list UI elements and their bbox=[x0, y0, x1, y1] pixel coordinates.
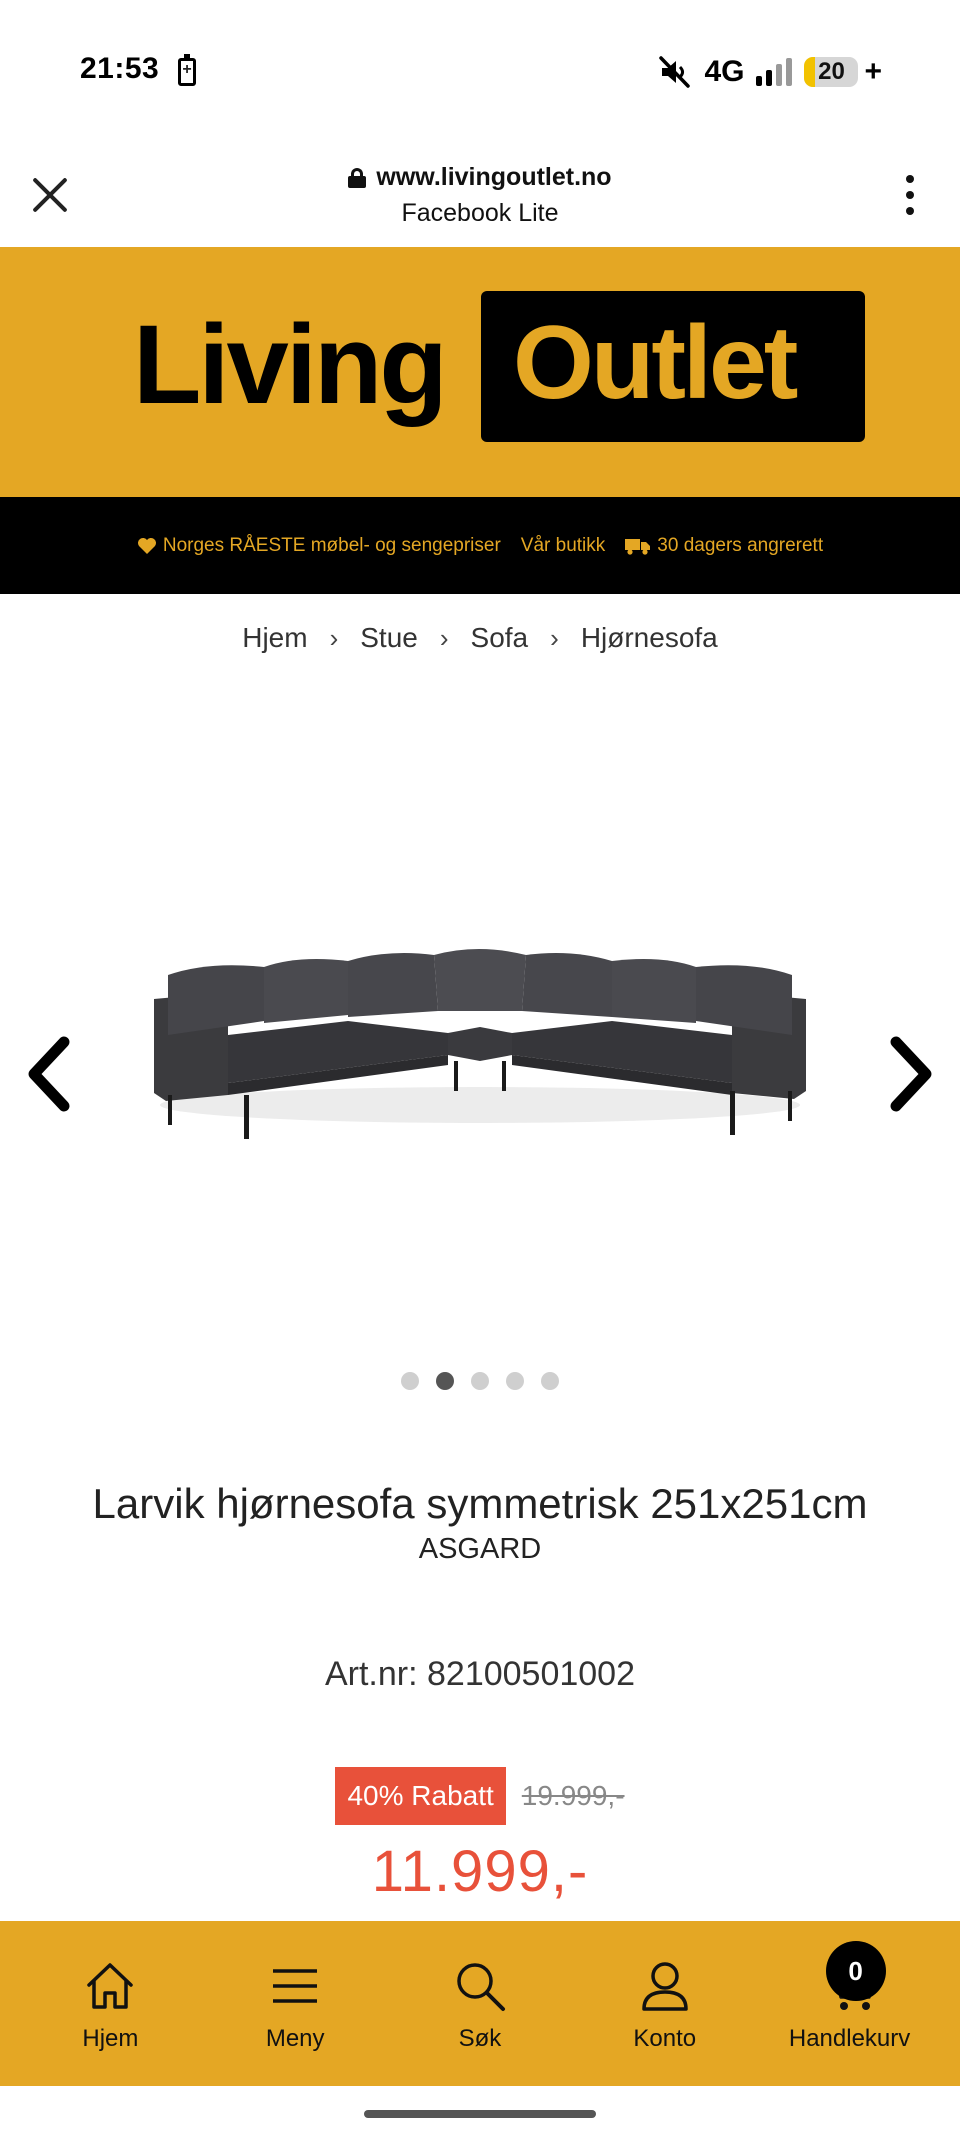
usp-text: Vår butikk bbox=[520, 534, 606, 556]
nav-label: Søk bbox=[458, 2025, 502, 2052]
product-image[interactable] bbox=[148, 935, 812, 1150]
nav-label: Meny bbox=[265, 2025, 325, 2052]
usp-item-store[interactable]: Vår butikk bbox=[521, 535, 605, 557]
logo-outlet-text: Outlet bbox=[513, 305, 798, 421]
url-block[interactable]: www.livingoutlet.no Facebook Lite bbox=[0, 163, 960, 228]
nav-item-meny[interactable]: Meny bbox=[210, 1921, 380, 2086]
logo-living-text: Living bbox=[133, 302, 448, 427]
gallery-prev-arrow[interactable] bbox=[24, 1036, 74, 1112]
charging-plus: + bbox=[864, 55, 882, 88]
status-time: 21:53 bbox=[80, 52, 160, 85]
product-brand[interactable]: ASGARD bbox=[0, 1533, 960, 1566]
status-bar: 21:53 4G 20 + bbox=[0, 0, 960, 140]
gallery-next-arrow[interactable] bbox=[886, 1036, 936, 1112]
heart-icon bbox=[137, 537, 156, 554]
nav-label: Konto bbox=[633, 2025, 697, 2052]
cart-count-badge: 0 bbox=[825, 1941, 886, 2001]
usp-bar: Norges RÅESTE møbel- og sengepriser Vår … bbox=[0, 497, 960, 594]
gallery-dot[interactable] bbox=[401, 1372, 419, 1390]
nav-item-hjem[interactable]: Hjem bbox=[25, 1921, 195, 2086]
url-text: www.livingoutlet.no bbox=[376, 163, 612, 191]
gallery-dot[interactable] bbox=[541, 1372, 559, 1390]
menu-icon bbox=[273, 1969, 318, 2003]
home-icon bbox=[87, 1963, 134, 2009]
account-icon bbox=[642, 1962, 688, 2011]
gallery-dot[interactable] bbox=[471, 1372, 489, 1390]
status-indicators: 4G 20 + bbox=[658, 52, 882, 92]
bottom-nav: Hjem Meny Søk Konto 0 Handlekurv bbox=[0, 1921, 960, 2086]
usp-item-return: 30 dagers angrerett bbox=[625, 535, 823, 557]
discount-badge: 40% Rabatt bbox=[335, 1767, 506, 1825]
chevron-right-icon: › bbox=[329, 622, 339, 653]
breadcrumb-item-stue[interactable]: Stue bbox=[360, 622, 418, 654]
network-type: 4G bbox=[704, 55, 745, 88]
old-price: 19.999,- bbox=[521, 1780, 625, 1811]
mute-icon bbox=[659, 56, 691, 88]
home-indicator[interactable] bbox=[364, 2110, 596, 2118]
breadcrumb-item-sofa[interactable]: Sofa bbox=[471, 622, 529, 654]
signal-icon bbox=[756, 58, 793, 86]
more-options-button[interactable] bbox=[900, 175, 920, 215]
usp-text: 30 dagers angrerett bbox=[657, 534, 824, 556]
chevron-right-icon: › bbox=[439, 622, 449, 653]
browser-header: www.livingoutlet.no Facebook Lite bbox=[0, 140, 960, 247]
nav-label: Handlekurv bbox=[788, 2025, 911, 2052]
nav-item-sok[interactable]: Søk bbox=[395, 1921, 565, 2086]
nav-label: Hjem bbox=[82, 2025, 139, 2052]
breadcrumb-item-hjem[interactable]: Hjem bbox=[242, 622, 307, 654]
app-name: Facebook Lite bbox=[401, 198, 559, 227]
gallery-dot[interactable] bbox=[506, 1372, 524, 1390]
usp-text: Norges RÅESTE møbel- og sengepriser bbox=[162, 534, 501, 556]
logo-banner[interactable]: Living Outlet bbox=[0, 247, 960, 497]
logo-outlet-box: Outlet bbox=[481, 291, 865, 442]
breadcrumb: Hjem › Stue › Sofa › Hjørnesofa bbox=[0, 622, 960, 654]
battery-level: 20 bbox=[818, 58, 845, 85]
lock-icon bbox=[348, 167, 367, 188]
search-icon bbox=[457, 1963, 505, 2011]
nav-item-konto[interactable]: Konto bbox=[580, 1921, 750, 2086]
price-row: 40% Rabatt 19.999,- bbox=[0, 1767, 960, 1825]
gallery-dots bbox=[0, 1372, 960, 1390]
product-title: Larvik hjørnesofa symmetrisk 251x251cm bbox=[92, 1480, 868, 1527]
breadcrumb-item-hjornesofa[interactable]: Hjørnesofa bbox=[581, 622, 718, 654]
battery-fill bbox=[804, 57, 816, 87]
new-price: 11.999,- bbox=[371, 1839, 589, 1904]
gallery-dot[interactable] bbox=[436, 1372, 454, 1390]
product-artnr: Art.nr: 82100501002 bbox=[324, 1655, 636, 1693]
usp-item-prices: Norges RÅESTE møbel- og sengepriser bbox=[137, 535, 501, 557]
nav-item-handlekurv[interactable]: 0 Handlekurv bbox=[765, 1921, 935, 2086]
chevron-right-icon: › bbox=[550, 622, 559, 653]
truck-icon bbox=[625, 538, 651, 555]
battery-saver-icon bbox=[178, 54, 196, 86]
battery-icon: 20 bbox=[804, 57, 859, 87]
